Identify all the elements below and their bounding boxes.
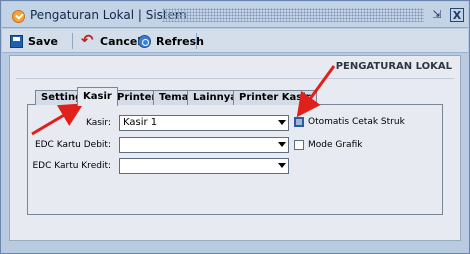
graphic-mode-label: Mode Grafik [308, 140, 363, 150]
save-button-label: Save [28, 34, 58, 48]
refresh-button[interactable]: Refresh [138, 32, 204, 50]
edc-kredit-label: EDC Kartu Kredit: [32, 161, 111, 171]
toolbar-separator [196, 33, 197, 49]
tab-kasir[interactable]: Kasir [77, 87, 118, 106]
panel-divider [16, 78, 454, 79]
edc-debit-label: EDC Kartu Debit: [34, 140, 111, 150]
kasir-select[interactable]: Kasir 1 [119, 115, 289, 131]
auto-print-label: Otomatis Cetak Struk [308, 117, 405, 127]
title-bar[interactable]: Pengaturan Lokal | Sistem ⇲ X [2, 2, 468, 28]
chevron-down-icon [278, 163, 286, 168]
chevron-down-icon [278, 142, 286, 147]
edc-debit-select[interactable] [119, 137, 289, 153]
save-button[interactable]: Save [10, 32, 58, 50]
tab-printer-kasir[interactable]: Printer Kasir [233, 90, 317, 105]
toolbar: Save Cancel Refresh [2, 29, 468, 53]
panel-title: PENGATURAN LOKAL [335, 61, 452, 72]
kasir-label: Kasir: [85, 118, 111, 128]
cancel-button[interactable]: Cancel [81, 31, 142, 50]
settings-window: Pengaturan Lokal | Sistem ⇲ X Save Cance… [0, 0, 470, 254]
chevron-down-icon [278, 120, 286, 125]
graphic-mode-checkbox[interactable] [294, 140, 304, 150]
auto-print-checkbox[interactable] [294, 117, 304, 127]
edc-kredit-select[interactable] [119, 158, 289, 174]
undo-arrow-icon [81, 31, 95, 49]
floppy-disk-icon [10, 34, 23, 48]
title-bar-grip [162, 8, 424, 22]
close-icon[interactable]: X [450, 8, 464, 22]
kasir-select-value: Kasir 1 [123, 117, 158, 128]
refresh-icon [138, 34, 151, 48]
app-icon [12, 10, 25, 23]
restore-icon[interactable]: ⇲ [430, 8, 444, 22]
cancel-button-label: Cancel [100, 34, 142, 48]
toolbar-separator [72, 33, 73, 49]
